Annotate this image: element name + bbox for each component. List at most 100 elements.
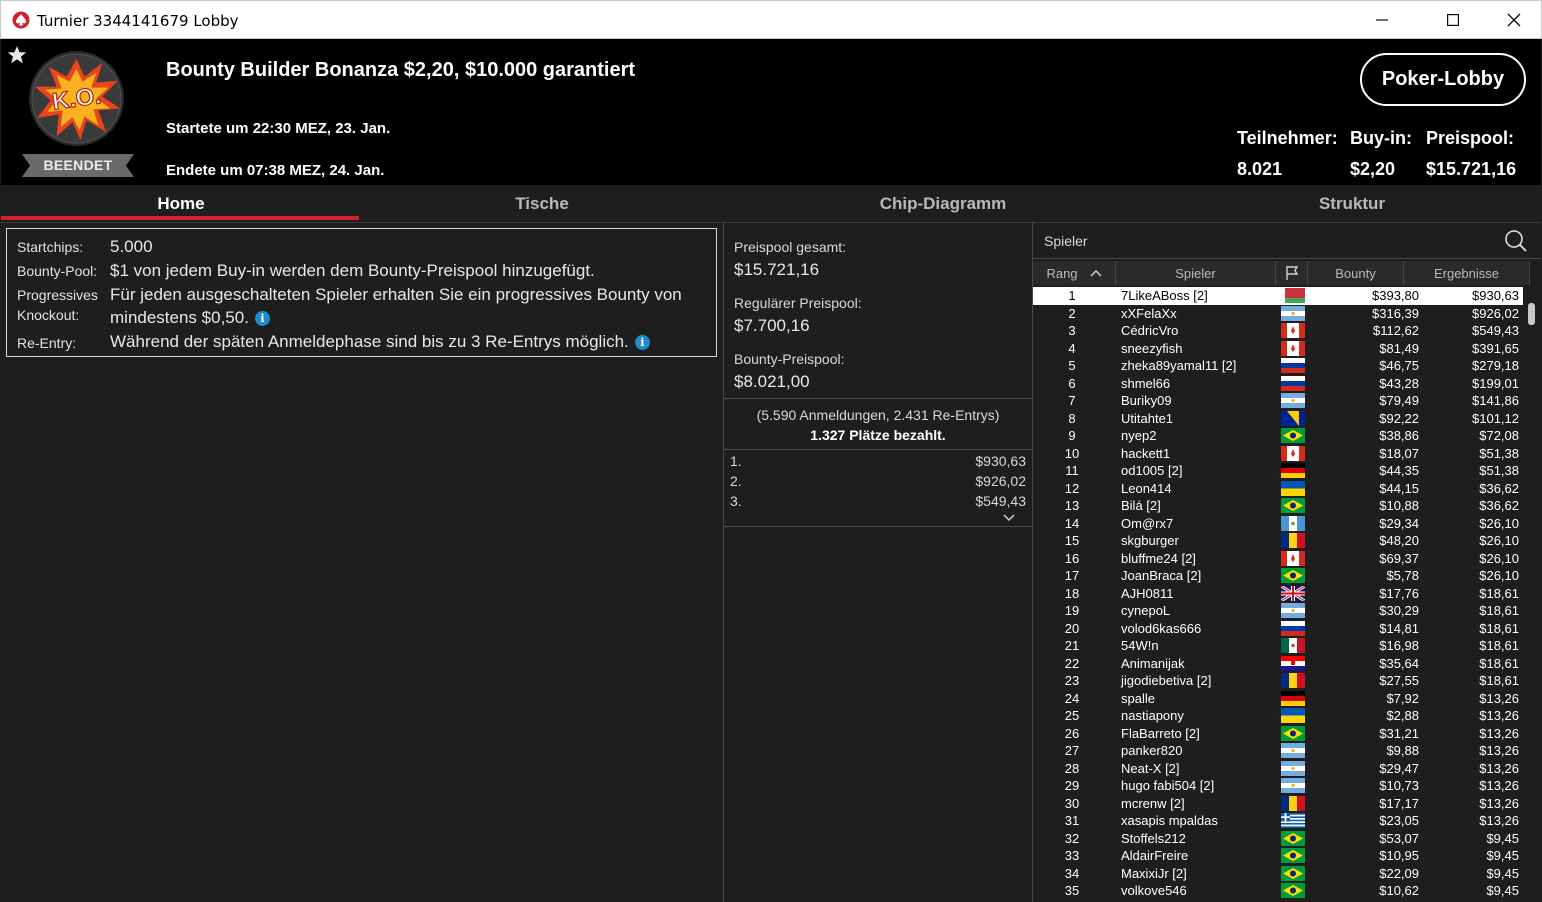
payout-row: 3. $549,43 [730,493,1026,513]
country-flag-icon [1281,830,1305,846]
result-cell: $26,10 [1479,550,1519,566]
bounty-cell: $10,88 [1379,498,1419,513]
table-row[interactable]: 21 54W!n $16,98 $18,61 [1033,637,1523,655]
player-name-cell: JoanBraca [2] [1121,568,1202,583]
table-row[interactable]: 6 shmel66 $43,28 $199,01 [1033,375,1523,393]
poker-lobby-button[interactable]: Poker-Lobby [1360,53,1526,106]
regular-prizepool-value: $7.700,16 [734,316,810,335]
payout-row: 2. $926,02 [730,473,1026,493]
table-row[interactable]: 7 Buriky09 $79,49 $141,86 [1033,392,1523,410]
table-row[interactable]: 16 bluffme24 [2] $69,37 $26,10 [1033,550,1523,568]
table-row[interactable]: 17 JoanBraca [2] $5,78 $26,10 [1033,567,1523,585]
player-name-cell: Animanijak [1121,655,1185,671]
table-row[interactable]: 20 volod6kas666 $14,81 $18,61 [1033,620,1523,638]
table-row[interactable]: 15 skgburger $48,20 $26,10 [1033,532,1523,550]
table-row[interactable]: 34 MaxixiJr [2] $22,09 $9,45 [1033,865,1523,883]
table-row[interactable]: 30 mcrenw [2] $17,17 $13,26 [1033,795,1523,813]
table-row[interactable]: 24 spalle $7,92 $13,26 [1033,690,1523,708]
country-flag-icon [1281,620,1305,636]
table-row[interactable]: 19 cynepoL $30,29 $18,61 [1033,602,1523,620]
search-icon[interactable] [1504,229,1528,253]
column-results[interactable]: Ergebnisse [1404,261,1530,285]
chevron-down-icon[interactable] [1002,513,1016,523]
table-row[interactable]: 18 AJH0811 $17,76 $18,61 [1033,585,1523,603]
tournament-info-box: Startchips: 5.000 Bounty-Pool: $1 von je… [6,228,717,357]
active-tab-indicator [1,216,359,220]
minimize-button[interactable] [1359,1,1405,39]
bounty-cell: $81,49 [1379,340,1419,356]
table-row[interactable]: 2 xXFelaXx $316,39 $926,02 [1033,305,1523,323]
info-icon[interactable]: i [634,335,650,350]
scrollbar-thumb[interactable] [1528,303,1535,325]
column-flag[interactable] [1276,261,1308,285]
tab-bar: Home Tische Chip-Diagramm Struktur [1,185,1541,223]
close-button[interactable] [1491,1,1537,39]
table-row[interactable]: 33 AldairFreire $10,95 $9,45 [1033,847,1523,865]
participants-value: 8.021 [1237,159,1283,179]
result-cell: $930,63 [1472,288,1519,303]
table-row[interactable]: 10 hackett1 $18,07 $51,38 [1033,445,1523,463]
player-name-cell: xasapis mpaldas [1121,813,1218,828]
maximize-button[interactable] [1430,1,1476,39]
table-row[interactable]: 13 Bilá [2] $10,88 $36,62 [1033,497,1523,515]
scrollbar[interactable] [1525,287,1539,899]
bounty-cell: $22,09 [1379,865,1419,881]
knockout-badge-icon: K.O. [28,50,125,147]
table-row[interactable]: 22 Animanijak $35,64 $18,61 [1033,655,1523,673]
search-input[interactable]: Spieler [1044,233,1088,249]
table-row[interactable]: 32 Stoffels212 $53,07 $9,45 [1033,830,1523,848]
table-row[interactable]: 1 7LikeABoss [2] $393,80 $930,63 [1033,287,1523,305]
bounty-cell: $7,92 [1386,690,1419,706]
star-icon[interactable] [7,45,27,65]
table-row[interactable]: 27 panker820 $9,88 $13,26 [1033,742,1523,760]
table-row[interactable]: 12 Leon414 $44,15 $36,62 [1033,480,1523,498]
bounty-cell: $10,62 [1379,883,1419,898]
player-search[interactable]: Spieler [1033,224,1541,258]
country-flag-icon [1281,515,1305,531]
table-row[interactable]: 29 hugo fabi504 [2] $10,73 $13,26 [1033,777,1523,795]
result-cell: $279,18 [1472,358,1519,373]
tab-tables[interactable]: Tische [361,185,723,222]
column-player-label: Spieler [1175,265,1216,281]
player-name-cell: MaxixiJr [2] [1121,865,1187,881]
player-name-cell: Buriky09 [1121,393,1172,408]
column-bounty[interactable]: Bounty [1308,261,1404,285]
result-cell: $26,10 [1479,568,1519,583]
info-icon[interactable]: i [254,311,270,326]
table-row[interactable]: 11 od1005 [2] $44,35 $51,38 [1033,462,1523,480]
bounty-cell: $38,86 [1379,428,1419,443]
tab-structure[interactable]: Struktur [1163,185,1541,222]
table-row[interactable]: 26 FlaBarreto [2] $31,21 $13,26 [1033,725,1523,743]
bounty-cell: $112,62 [1372,323,1419,338]
rank-cell: 1 [1068,288,1076,303]
rank-cell: 27 [1064,743,1080,758]
rank-cell: 5 [1068,358,1076,373]
country-flag-icon [1281,428,1305,443]
table-row[interactable]: 25 nastiapony $2,88 $13,26 [1033,707,1523,725]
rank-cell: 22 [1064,655,1080,671]
table-row[interactable]: 8 Utitahte1 $92,22 $101,12 [1033,410,1523,428]
table-row[interactable]: 14 Om@rx7 $29,34 $26,10 [1033,515,1523,533]
rank-cell: 23 [1064,673,1080,688]
table-row[interactable]: 31 xasapis mpaldas $23,05 $13,26 [1033,812,1523,830]
table-row[interactable]: 28 Neat-X [2] $29,47 $13,26 [1033,760,1523,778]
table-row[interactable]: 9 nyep2 $38,86 $72,08 [1033,427,1523,445]
player-name-cell: bluffme24 [2] [1121,550,1196,566]
payout-position: 1. [730,453,742,469]
player-name-cell: spalle [1121,690,1155,706]
table-row[interactable]: 23 jigodiebetiva [2] $27,55 $18,61 [1033,672,1523,690]
result-cell: $18,61 [1479,585,1519,601]
column-rank[interactable]: Rang [1033,261,1116,285]
column-player[interactable]: Spieler [1116,261,1276,285]
table-row[interactable]: 35 volkove546 $10,62 $9,45 [1033,882,1523,900]
player-name-cell: Om@rx7 [1121,515,1174,531]
rank-cell: 8 [1068,410,1076,426]
table-row[interactable]: 3 CédricVro $112,62 $549,43 [1033,322,1523,340]
player-name-cell: AJH0811 [1121,585,1174,601]
result-cell: $13,26 [1479,778,1519,793]
country-flag-icon [1281,673,1305,688]
table-row[interactable]: 4 sneezyfish $81,49 $391,65 [1033,340,1523,358]
tab-chip-chart[interactable]: Chip-Diagramm [723,185,1163,222]
bounty-cell: $23,05 [1379,813,1419,828]
table-row[interactable]: 5 zheka89yamal11 [2] $46,75 $279,18 [1033,357,1523,375]
